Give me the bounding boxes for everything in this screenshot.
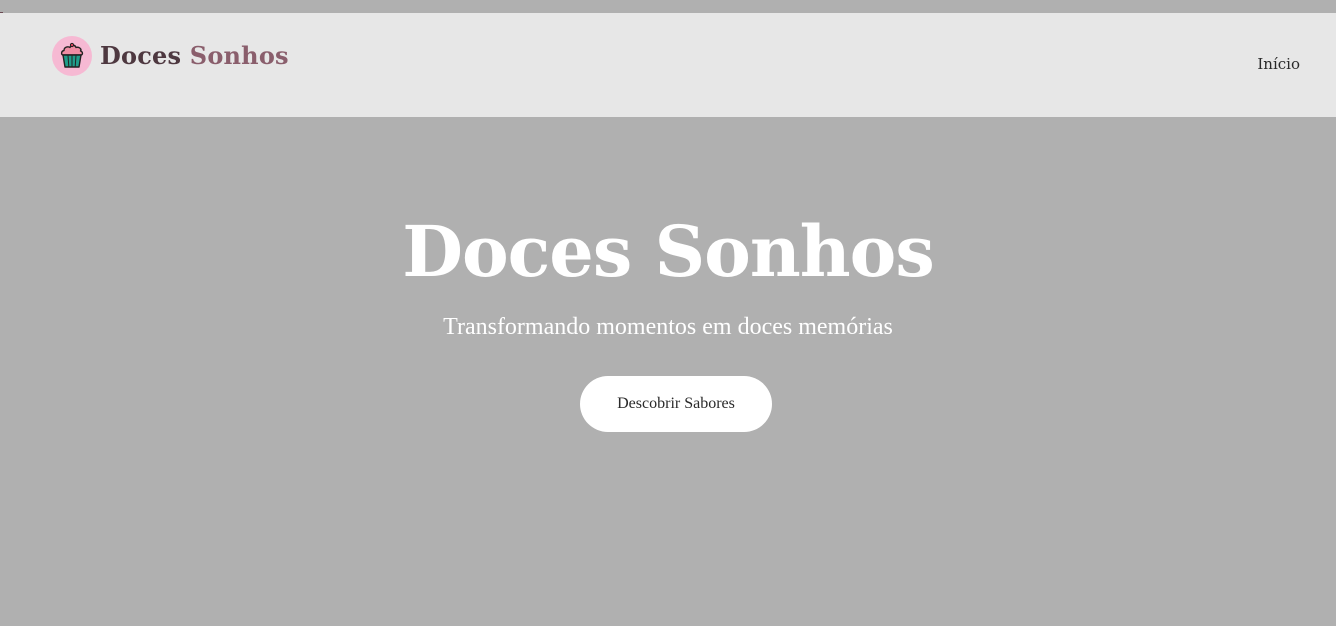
brand-name-second: Sonhos [189,41,289,70]
hero-title: Doces Sonhos [402,210,934,293]
navbar: Doces Sonhos Início [0,13,1336,117]
hero-section: Doces Sonhos Transformando momentos em d… [0,117,1336,626]
top-strip [0,0,1336,13]
nav-link-inicio[interactable]: Início [1257,54,1300,74]
discover-flavors-button[interactable]: Descobrir Sabores [580,376,772,432]
hero-subtitle: Transformando momentos em doces memórias [443,314,893,340]
brand-name: Doces Sonhos [100,36,289,76]
brand-name-first: Doces [100,41,182,70]
brand-link[interactable]: Doces Sonhos [52,36,289,76]
page: Doces Sonhos Início Doces Sonhos Transfo… [0,0,1336,626]
cupcake-icon [60,42,84,68]
logo-badge [52,36,92,76]
